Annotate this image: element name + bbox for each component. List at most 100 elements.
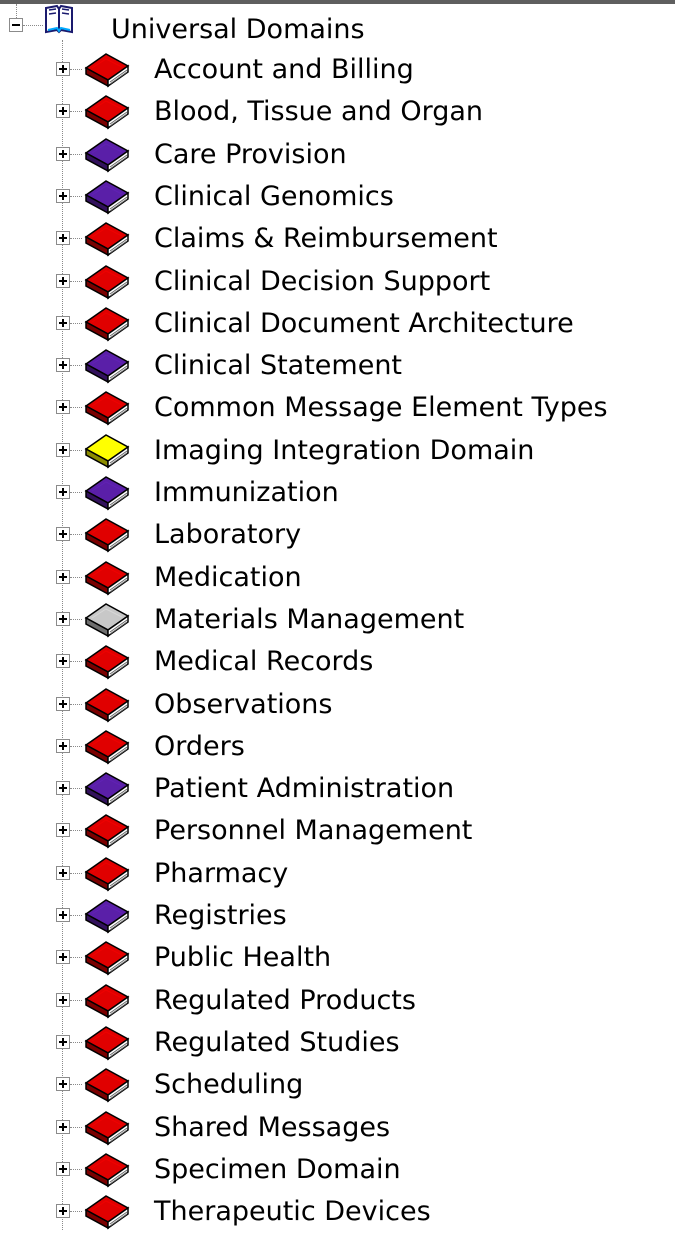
tree-connector [70,915,82,916]
book-icon [84,476,130,511]
tree-item-label: Clinical Document Architecture [154,308,574,339]
book-icon [84,391,130,426]
tree-item[interactable]: Laboratory [0,515,675,557]
book-icon [84,645,130,680]
book-icon [84,434,130,469]
expand-toggle-icon[interactable] [56,104,70,118]
expand-toggle-icon[interactable] [56,823,70,837]
tree-connector [70,196,82,197]
tree-item[interactable]: Claims & Reimbursement [0,219,675,261]
expand-toggle-icon[interactable] [56,485,70,499]
book-icon [84,899,130,934]
tree-item-label: Regulated Studies [154,1027,400,1058]
tree-item-label: Medical Records [154,646,374,677]
tree-item[interactable]: Materials Management [0,600,675,642]
book-icon [84,349,130,384]
expand-toggle-icon[interactable] [56,1077,70,1091]
tree-connector [70,407,82,408]
tree-item-label: Clinical Genomics [154,181,394,212]
tree-item[interactable]: Orders [0,727,675,769]
expand-toggle-icon[interactable] [56,950,70,964]
tree-item[interactable]: Clinical Genomics [0,177,675,219]
tree-connector [70,704,82,705]
tree-connector [70,492,82,493]
tree-item[interactable]: Regulated Studies [0,1023,675,1065]
expand-toggle-icon[interactable] [56,62,70,76]
tree-item-label: Orders [154,731,245,762]
expand-toggle-icon[interactable] [56,1204,70,1218]
expand-toggle-icon[interactable] [56,739,70,753]
tree-item[interactable]: Regulated Products [0,981,675,1023]
tree-item-label: Pharmacy [154,858,289,889]
expand-toggle-icon[interactable] [56,443,70,457]
tree-item[interactable]: Shared Messages [0,1108,675,1150]
expand-toggle-icon[interactable] [56,231,70,245]
expand-toggle-icon[interactable] [56,1162,70,1176]
tree-item[interactable]: Observations [0,685,675,727]
tree-connector [70,830,82,831]
book-icon [84,95,130,130]
tree-item-label: Materials Management [154,604,465,635]
tree-item[interactable]: Care Provision [0,135,675,177]
expand-toggle-icon[interactable] [56,358,70,372]
tree-item[interactable]: Patient Administration [0,769,675,811]
expand-toggle-icon[interactable] [56,781,70,795]
tree-connector [70,1000,82,1001]
tree-connector [70,788,82,789]
tree-item[interactable]: Immunization [0,473,675,515]
tree-item[interactable]: Registries [0,896,675,938]
tree-item[interactable]: Medical Records [0,642,675,684]
tree-item[interactable]: Clinical Decision Support [0,262,675,304]
tree-item-label: Account and Billing [154,54,414,85]
expand-toggle-icon[interactable] [56,697,70,711]
tree-connector-root [16,4,17,18]
tree-item[interactable]: Public Health [0,938,675,980]
tree-item[interactable]: Imaging Integration Domain [0,431,675,473]
expand-toggle-icon[interactable] [56,316,70,330]
tree-item[interactable]: Clinical Statement [0,346,675,388]
tree-item[interactable]: Specimen Domain [0,1150,675,1192]
expand-toggle-icon[interactable] [56,1120,70,1134]
tree-item-label: Clinical Statement [154,350,403,381]
book-icon [84,1195,130,1230]
tree-item[interactable]: Account and Billing [0,50,675,92]
expand-toggle-icon[interactable] [56,908,70,922]
tree-item[interactable]: Clinical Document Architecture [0,304,675,346]
tree-item-label: Claims & Reimbursement [154,223,498,254]
expand-toggle-icon[interactable] [56,993,70,1007]
tree-item[interactable]: Scheduling [0,1065,675,1107]
expand-toggle-icon[interactable] [56,612,70,626]
expand-toggle-icon[interactable] [56,527,70,541]
expand-toggle-icon[interactable] [56,654,70,668]
tree-item-label: Common Message Element Types [154,392,608,423]
tree-item-label: Clinical Decision Support [154,266,491,297]
expand-toggle-icon[interactable] [56,189,70,203]
tree-item[interactable]: Medication [0,558,675,600]
book-icon [84,603,130,638]
tree-item-label: Scheduling [154,1069,304,1100]
book-icon [84,730,130,765]
tree-connector [70,873,82,874]
expand-toggle-icon[interactable] [56,400,70,414]
book-icon [84,941,130,976]
tree-item[interactable]: Pharmacy [0,854,675,896]
book-icon [84,518,130,553]
expand-toggle-icon[interactable] [56,1035,70,1049]
tree-connector [70,154,82,155]
tree-item-label: Personnel Management [154,815,473,846]
tree-item[interactable]: Common Message Element Types [0,388,675,430]
tree-item[interactable]: Blood, Tissue and Organ [0,92,675,134]
collapse-toggle-icon[interactable] [9,18,23,32]
tree-connector [70,1169,82,1170]
expand-toggle-icon[interactable] [56,274,70,288]
expand-toggle-icon[interactable] [56,866,70,880]
expand-toggle-icon[interactable] [56,570,70,584]
book-icon [84,1111,130,1146]
tree-item-label: Shared Messages [154,1112,391,1143]
tree-connector [70,619,82,620]
tree-item[interactable]: Personnel Management [0,811,675,853]
book-icon [84,814,130,849]
expand-toggle-icon[interactable] [56,147,70,161]
book-icon [84,772,130,807]
tree-connector [70,661,82,662]
